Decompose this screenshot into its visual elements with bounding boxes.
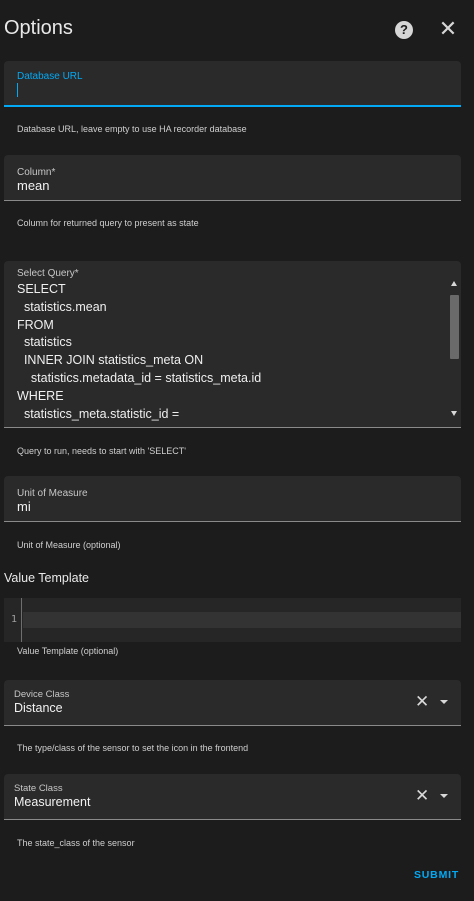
dropdown-arrow-icon[interactable] <box>440 700 448 704</box>
select-query-helper: Query to run, needs to start with 'SELEC… <box>17 446 187 456</box>
select-query-field[interactable]: Select Query* SELECT statistics.mean FRO… <box>4 261 461 428</box>
unit-of-measure-helper: Unit of Measure (optional) <box>17 540 121 550</box>
scroll-up-arrow-icon[interactable] <box>451 281 457 286</box>
dropdown-arrow-icon[interactable] <box>440 794 448 798</box>
device-class-label: Device Class <box>14 689 70 700</box>
query-scrollbar[interactable] <box>449 281 460 421</box>
database-url-helper: Database URL, leave empty to use HA reco… <box>17 124 247 134</box>
dialog-title: Options <box>4 17 73 39</box>
close-icon[interactable]: ✕ <box>438 18 458 40</box>
clear-icon[interactable]: ✕ <box>415 787 429 805</box>
database-url-field[interactable]: Database URL <box>4 61 461 107</box>
unit-of-measure-input[interactable]: mi <box>17 499 31 514</box>
select-query-textarea[interactable]: SELECT statistics.mean FROM statistics I… <box>17 281 261 423</box>
scrollbar-thumb[interactable] <box>450 295 459 359</box>
column-field[interactable]: Column* mean <box>4 155 461 201</box>
column-label: Column* <box>17 167 56 178</box>
line-number: 1 <box>11 614 18 625</box>
column-helper: Column for returned query to present as … <box>17 218 199 228</box>
device-class-helper: The type/class of the sensor to set the … <box>17 743 249 753</box>
unit-of-measure-field[interactable]: Unit of Measure mi <box>4 476 461 522</box>
dialog-header: Options ? ✕ <box>0 0 474 58</box>
state-class-label: State Class <box>14 783 63 794</box>
line-gutter: 1 <box>4 598 22 642</box>
value-template-editor[interactable]: 1 <box>4 598 461 642</box>
database-url-label: Database URL <box>17 71 83 82</box>
value-template-helper: Value Template (optional) <box>17 646 119 656</box>
state-class-value: Measurement <box>14 795 91 809</box>
help-icon[interactable]: ? <box>395 21 413 39</box>
value-template-heading: Value Template <box>4 571 90 585</box>
column-input[interactable]: mean <box>17 178 50 193</box>
unit-of-measure-label: Unit of Measure <box>17 488 88 499</box>
device-class-value: Distance <box>14 701 63 715</box>
state-class-select[interactable]: State Class Measurement ✕ <box>4 774 461 820</box>
select-query-label: Select Query* <box>17 268 79 279</box>
active-code-line[interactable] <box>23 612 461 628</box>
device-class-select[interactable]: Device Class Distance ✕ <box>4 680 461 726</box>
scroll-down-arrow-icon[interactable] <box>451 411 457 416</box>
clear-icon[interactable]: ✕ <box>415 693 429 711</box>
state-class-helper: The state_class of the sensor <box>17 838 135 848</box>
text-cursor <box>17 83 18 97</box>
submit-button[interactable]: SUBMIT <box>414 869 459 881</box>
